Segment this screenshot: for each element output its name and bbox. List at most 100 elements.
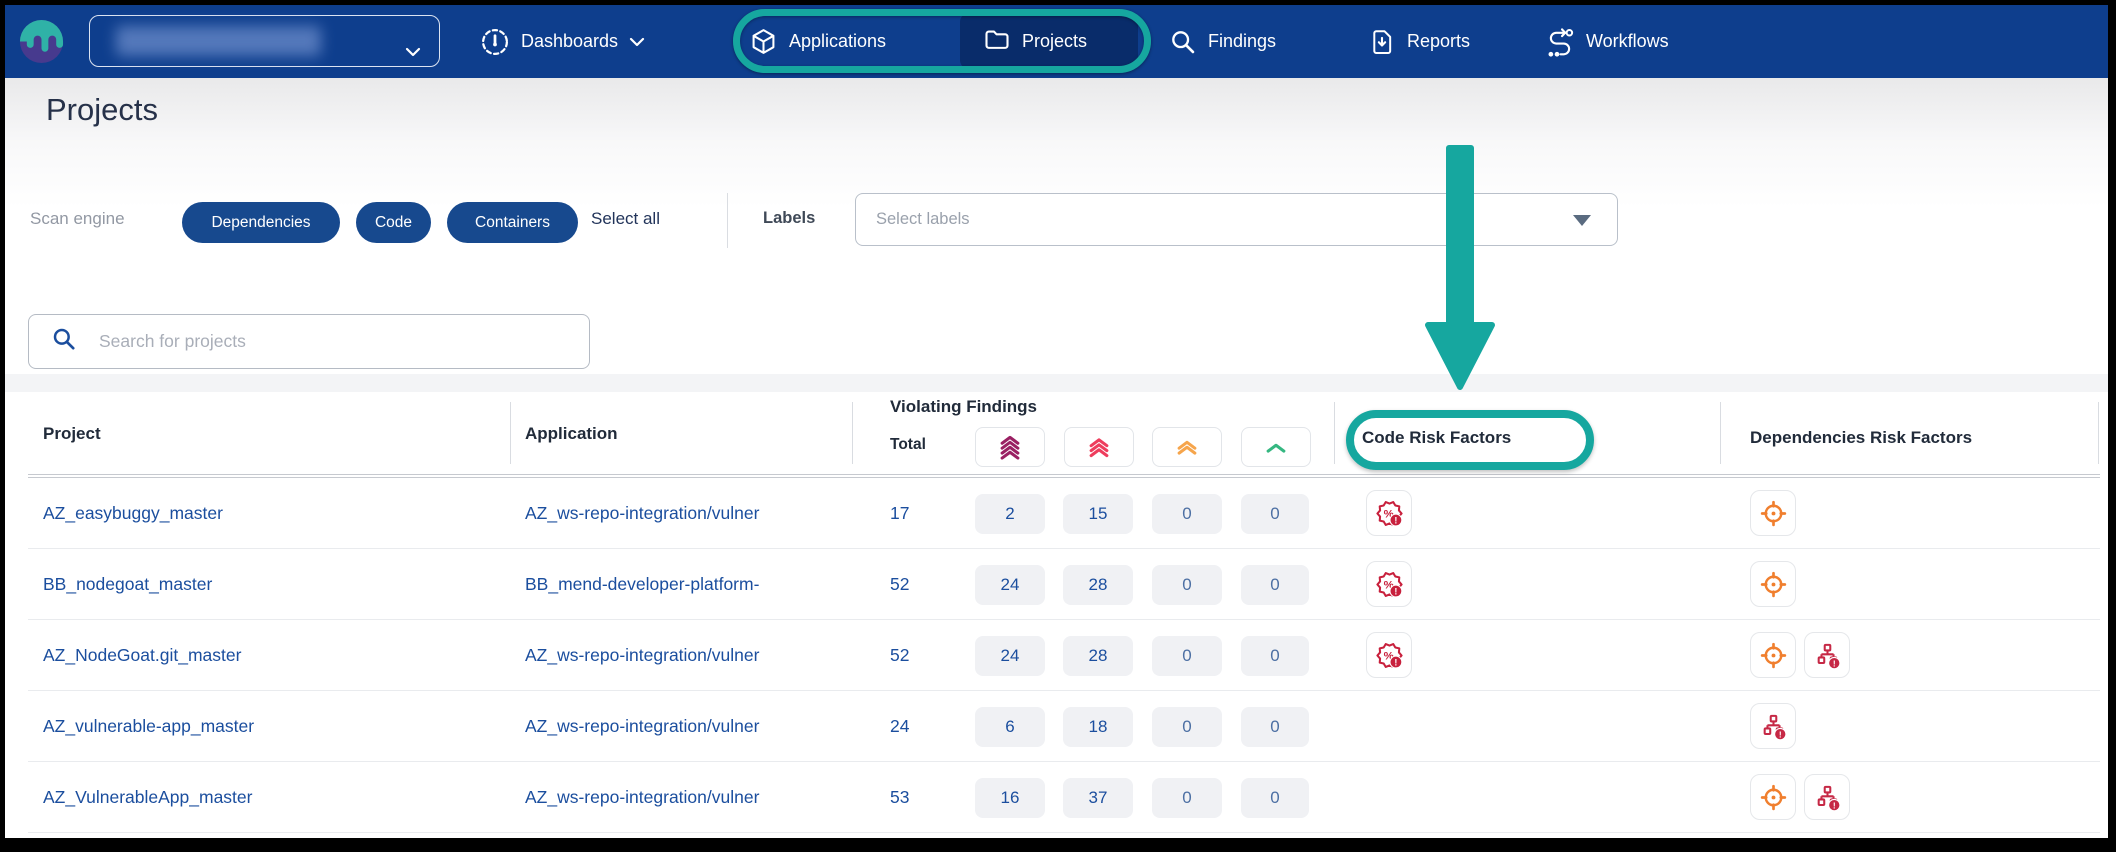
project-link[interactable]: AZ_VulnerableApp_master: [43, 762, 252, 833]
nav-label-dashboards: Dashboards: [521, 31, 618, 52]
severity-medium-filter-button[interactable]: [1152, 427, 1222, 467]
critical-count-badge[interactable]: 24: [975, 565, 1045, 605]
nav-item-findings[interactable]: Findings: [1169, 5, 1276, 78]
nav-item-applications[interactable]: Applications: [749, 5, 886, 78]
chevron-down-icon: [405, 44, 421, 62]
medium-count-badge[interactable]: 0: [1152, 778, 1222, 818]
high-count-badge[interactable]: 28: [1063, 636, 1133, 676]
project-link[interactable]: AZ_easybuggy_master: [43, 478, 223, 549]
low-count-badge[interactable]: 0: [1241, 636, 1309, 676]
high-count-badge[interactable]: 37: [1063, 778, 1133, 818]
critical-count-badge[interactable]: 2: [975, 494, 1045, 534]
project-search-input[interactable]: [99, 331, 539, 352]
application-link[interactable]: AZ_ws-repo-integration/vulner: [525, 762, 759, 833]
table-row: AZ_NodeGoat.git_master AZ_ws-repo-integr…: [28, 620, 2100, 691]
low-count-badge[interactable]: 0: [1241, 778, 1309, 818]
critical-count-badge[interactable]: 24: [975, 636, 1045, 676]
table-row: AZ_VulnerableApp_master AZ_ws-repo-integ…: [28, 762, 2100, 833]
svg-text:!: !: [1394, 586, 1397, 596]
mend-logo-icon[interactable]: [18, 18, 65, 65]
project-link[interactable]: AZ_NodeGoat.git_master: [43, 620, 241, 691]
reachability-target-icon[interactable]: [1750, 774, 1796, 820]
code-risk-cell: % !: [1366, 632, 1412, 678]
nav-item-projects-selected[interactable]: Projects: [960, 13, 1138, 69]
severity-high-filter-button[interactable]: [1064, 427, 1134, 467]
seal-percent-warning-icon[interactable]: % !: [1366, 561, 1412, 607]
reachability-target-icon[interactable]: [1750, 561, 1796, 607]
svg-text:!: !: [1832, 800, 1835, 810]
total-findings-value: 53: [890, 762, 909, 833]
column-header-code-risk-factors: Code Risk Factors: [1362, 428, 1511, 448]
total-findings-value: 52: [890, 549, 909, 620]
cube-icon: [749, 27, 778, 56]
severity-medium-chevrons-icon: [1172, 434, 1202, 461]
table-row: AZ_easybuggy_master AZ_ws-repo-integrati…: [28, 478, 2100, 549]
low-count-badge[interactable]: 0: [1241, 494, 1309, 534]
low-count-badge[interactable]: 0: [1241, 707, 1309, 747]
filters-divider: [727, 193, 728, 248]
critical-count-badge[interactable]: 16: [975, 778, 1045, 818]
nav-label-applications: Applications: [789, 31, 886, 52]
critical-count-badge[interactable]: 6: [975, 707, 1045, 747]
nav-item-dashboards[interactable]: Dashboards: [480, 5, 645, 78]
select-all-link[interactable]: Select all: [591, 209, 660, 229]
deps-risk-cell: !: [1750, 632, 1850, 678]
svg-text:!: !: [1394, 657, 1397, 667]
medium-count-badge[interactable]: 0: [1152, 636, 1222, 676]
labels-select[interactable]: [855, 193, 1618, 246]
table-top-band: [5, 374, 2108, 392]
organization-selector[interactable]: [89, 15, 440, 67]
seal-percent-warning-icon[interactable]: % !: [1366, 632, 1412, 678]
deps-risk-cell: [1750, 561, 1796, 607]
deps-risk-cell: !: [1750, 703, 1796, 749]
reachability-target-icon[interactable]: [1750, 490, 1796, 536]
high-count-badge[interactable]: 15: [1063, 494, 1133, 534]
dependency-tree-warning-icon[interactable]: !: [1804, 774, 1850, 820]
workflow-icon: [1545, 27, 1575, 57]
caret-down-icon: [1573, 215, 1591, 226]
high-count-badge[interactable]: 18: [1063, 707, 1133, 747]
nav-item-workflows[interactable]: Workflows: [1545, 5, 1669, 78]
column-header-dependencies-risk-factors: Dependencies Risk Factors: [1750, 428, 1972, 448]
nav-label-reports: Reports: [1407, 31, 1470, 52]
scan-engine-label: Scan engine: [30, 209, 125, 229]
labels-select-input[interactable]: [876, 194, 1436, 245]
total-findings-value: 52: [890, 620, 909, 691]
severity-critical-chevrons-icon: [995, 434, 1025, 461]
organization-name-redacted: [116, 26, 321, 56]
medium-count-badge[interactable]: 0: [1152, 707, 1222, 747]
page-title: Projects: [46, 92, 158, 128]
high-count-badge[interactable]: 28: [1063, 565, 1133, 605]
project-link[interactable]: AZ_vulnerable-app_master: [43, 691, 254, 762]
application-link[interactable]: BB_mend-developer-platform-: [525, 549, 759, 620]
deps-risk-cell: !: [1750, 774, 1850, 820]
severity-critical-filter-button[interactable]: [975, 427, 1045, 467]
medium-count-badge[interactable]: 0: [1152, 565, 1222, 605]
page-content: Projects Scan engine Dependencies Code C…: [5, 78, 2108, 838]
project-search-box[interactable]: [28, 314, 590, 369]
chip-containers[interactable]: Containers: [447, 202, 578, 243]
application-link[interactable]: AZ_ws-repo-integration/vulner: [525, 620, 759, 691]
dependency-tree-warning-icon[interactable]: !: [1804, 632, 1850, 678]
dependency-tree-warning-icon[interactable]: !: [1750, 703, 1796, 749]
medium-count-badge[interactable]: 0: [1152, 494, 1222, 534]
report-document-icon: [1368, 28, 1396, 56]
svg-text:!: !: [1394, 515, 1397, 525]
column-header-application: Application: [525, 424, 618, 444]
seal-percent-warning-icon[interactable]: % !: [1366, 490, 1412, 536]
svg-text:!: !: [1832, 658, 1835, 668]
low-count-badge[interactable]: 0: [1241, 565, 1309, 605]
nav-label-findings: Findings: [1208, 31, 1276, 52]
severity-high-chevrons-icon: [1084, 434, 1114, 461]
reachability-target-icon[interactable]: [1750, 632, 1796, 678]
nav-item-reports[interactable]: Reports: [1368, 5, 1470, 78]
chip-code[interactable]: Code: [356, 202, 431, 243]
application-link[interactable]: AZ_ws-repo-integration/vulner: [525, 691, 759, 762]
table-header: Project Application Violating Findings T…: [28, 392, 2100, 474]
chip-dependencies[interactable]: Dependencies: [182, 202, 340, 243]
project-link[interactable]: BB_nodegoat_master: [43, 549, 212, 620]
folder-icon: [983, 25, 1011, 58]
severity-low-filter-button[interactable]: [1241, 427, 1311, 467]
application-link[interactable]: AZ_ws-repo-integration/vulner: [525, 478, 759, 549]
search-icon: [29, 326, 77, 357]
